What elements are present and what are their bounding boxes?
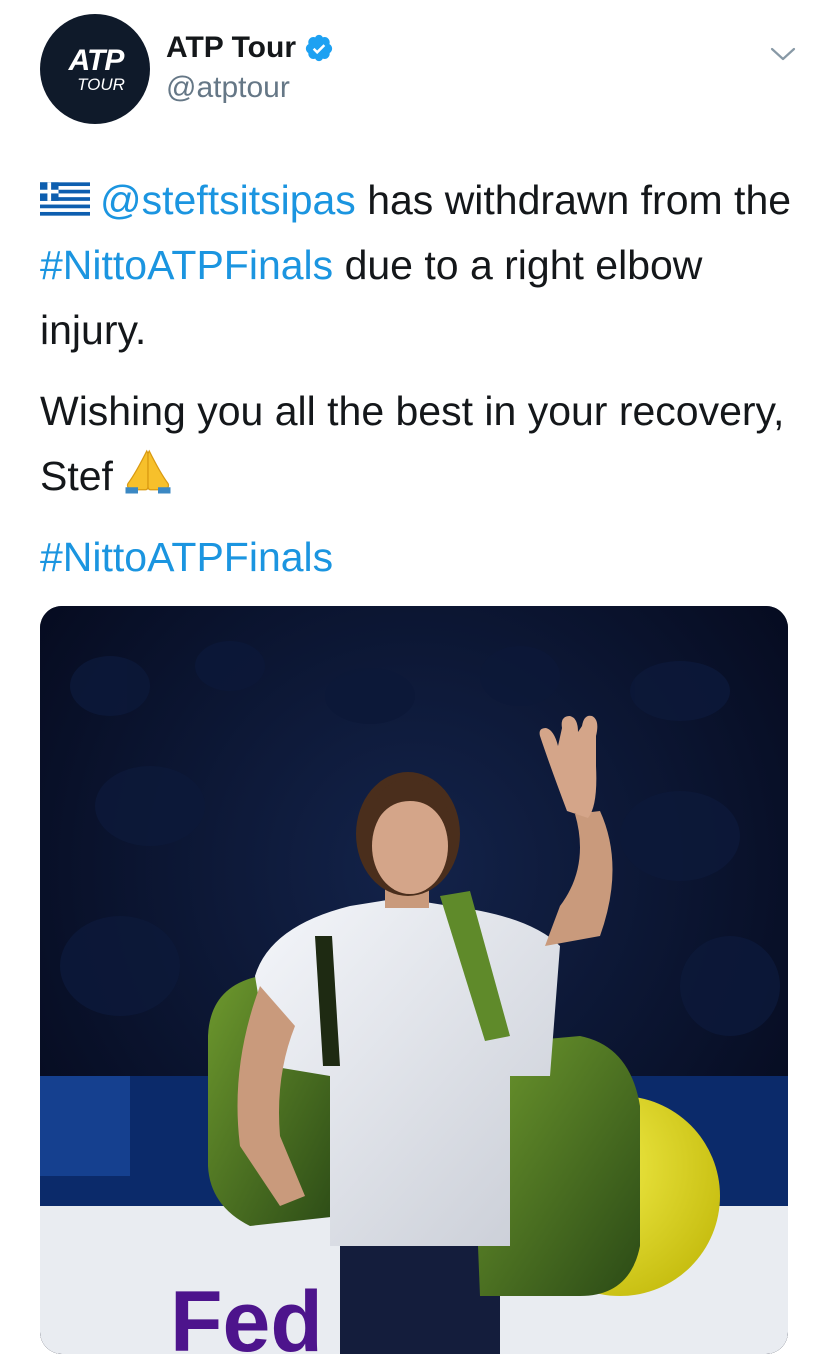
handle[interactable]: @atptour [166, 68, 334, 108]
tweet-paragraph-1: @steftsitsipas has withdrawn from the #N… [40, 168, 800, 363]
mention-link[interactable]: @steftsitsipas [100, 177, 356, 223]
verified-badge-icon [305, 34, 333, 62]
display-name-text: ATP Tour [166, 31, 296, 64]
folded-hands-icon [125, 449, 171, 494]
photo-illustration: Fed lux [40, 606, 788, 1354]
tweet-paragraph-2: Wishing you all the best in your recover… [40, 379, 800, 509]
hashtag-link-2[interactable]: #NittoATPFinals [40, 534, 333, 580]
chevron-down-icon[interactable] [768, 42, 798, 64]
account-names: ATP Tour @atptour [166, 30, 334, 108]
avatar-logo-subtext: TOUR [77, 75, 125, 94]
tweet-text: @steftsitsipas has withdrawn from the #N… [40, 168, 800, 590]
hashtag-link[interactable]: #NittoATPFinals [40, 242, 333, 288]
tweet-text-part-1: has withdrawn from the [355, 177, 792, 223]
tweet-photo[interactable]: Fed lux [40, 606, 788, 1354]
tweet-paragraph-3: #NittoATPFinals [40, 525, 800, 590]
tweet-header: ATP TOUR ATP Tour @atptour [40, 14, 800, 126]
avatar[interactable]: ATP TOUR [40, 14, 150, 124]
sponsor-logo-text: Fed [170, 1274, 323, 1354]
display-name[interactable]: ATP Tour [166, 30, 334, 66]
greece-flag-icon [40, 182, 90, 216]
avatar-logo-text: ATP [68, 44, 125, 77]
